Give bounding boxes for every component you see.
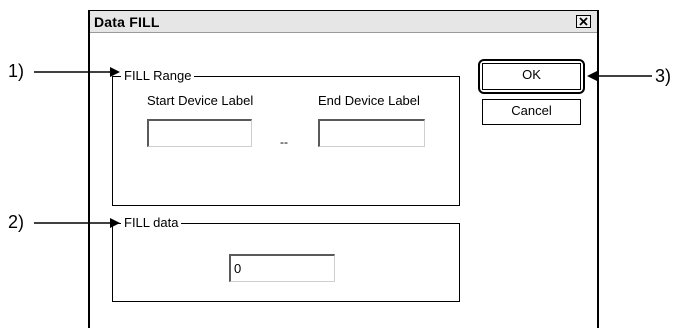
callout-arrows [34, 67, 652, 228]
callout-2-arrow [34, 218, 120, 228]
callout-1-arrow [34, 67, 120, 77]
callout-3-arrow [587, 71, 652, 81]
